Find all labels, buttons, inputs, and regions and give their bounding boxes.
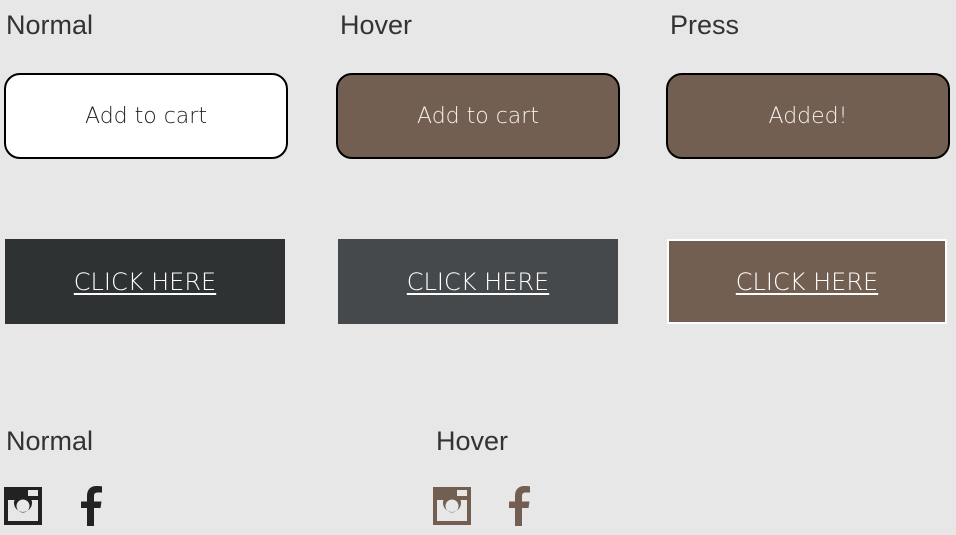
social-state-label-hover: Hover: [436, 426, 509, 456]
click-here-label: CLICK HERE: [735, 267, 879, 296]
state-label-press: Press: [670, 10, 740, 40]
click-here-button-press[interactable]: CLICK HERE: [667, 239, 947, 324]
instagram-icon[interactable]: [433, 487, 471, 525]
add-to-cart-label: Add to cart: [85, 103, 207, 129]
added-label: Added!: [768, 103, 848, 129]
facebook-icon[interactable]: [78, 486, 104, 526]
click-here-button-normal[interactable]: CLICK HERE: [5, 239, 285, 324]
click-here-label: CLICK HERE: [406, 267, 550, 296]
social-state-label-normal: Normal: [6, 426, 94, 456]
click-here-label: CLICK HERE: [73, 267, 217, 296]
facebook-icon[interactable]: [506, 486, 532, 526]
click-here-button-hover[interactable]: CLICK HERE: [338, 239, 618, 324]
state-label-hover: Hover: [340, 10, 413, 40]
added-button-press[interactable]: Added!: [666, 73, 950, 159]
add-to-cart-button-hover[interactable]: Add to cart: [336, 73, 620, 159]
instagram-icon[interactable]: [4, 487, 42, 525]
state-label-normal: Normal: [6, 10, 94, 40]
add-to-cart-label: Add to cart: [417, 103, 539, 129]
add-to-cart-button-normal[interactable]: Add to cart: [4, 73, 288, 159]
